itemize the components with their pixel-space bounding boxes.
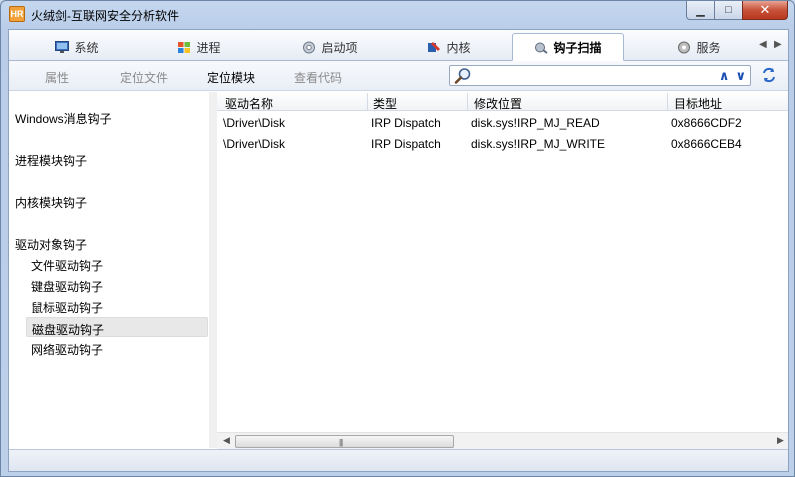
table-header: 驱动名称 类型 修改位置 目标地址	[217, 92, 788, 111]
status-bar	[9, 449, 788, 471]
tab-bar: 系统 进程 启动项 内核 钩子扫描 服务 ◀ ▶	[9, 30, 788, 61]
table-row[interactable]: \Driver\Disk IRP Dispatch disk.sys!IRP_M…	[217, 133, 788, 154]
cell-type: IRP Dispatch	[371, 137, 441, 151]
tab-label: 钩子扫描	[553, 40, 602, 55]
gear-startup-icon	[303, 41, 316, 54]
tree-item-windows-message-hooks[interactable]: Windows消息钩子	[15, 110, 112, 127]
tab-label: 服务	[696, 41, 721, 55]
hook-scan-icon	[535, 42, 549, 54]
main-window: HR 火绒剑-互联网安全分析软件 ▁ □ ✕ 系统 进程 启动项 内核 钩子扫描…	[0, 0, 795, 477]
column-header-driver-name[interactable]: 驱动名称	[225, 95, 273, 112]
column-separator[interactable]	[467, 93, 468, 110]
tree-item-process-module-hooks[interactable]: 进程模块钩子	[15, 152, 87, 169]
close-icon: ✕	[759, 2, 771, 17]
search-input[interactable]	[474, 67, 704, 84]
pane-splitter[interactable]	[209, 92, 217, 448]
column-header-target-address[interactable]: 目标地址	[674, 95, 722, 112]
horizontal-scrollbar[interactable]: ◀ ||| ▶	[217, 432, 788, 449]
search-icon[interactable]	[454, 67, 472, 85]
locate-file-button[interactable]: 定位文件	[120, 69, 168, 86]
column-separator[interactable]	[367, 93, 368, 110]
title-bar[interactable]: HR 火绒剑-互联网安全分析软件 ▁ □ ✕	[1, 1, 794, 29]
minimize-icon: ▁	[696, 4, 705, 17]
grip-icon: |||	[339, 438, 343, 447]
tab-label: 进程	[196, 41, 221, 55]
search-prev-icon[interactable]: ∧	[719, 68, 730, 84]
cell-type: IRP Dispatch	[371, 116, 441, 130]
tab-kernel[interactable]: 内核	[409, 34, 489, 61]
table-row[interactable]: \Driver\Disk IRP Dispatch disk.sys!IRP_M…	[217, 112, 788, 133]
hook-category-tree: Windows消息钩子 进程模块钩子 内核模块钩子 驱动对象钩子 文件驱动钩子 …	[9, 92, 209, 448]
cell-modified-location: disk.sys!IRP_MJ_WRITE	[471, 137, 606, 151]
tree-item-driver-object-hooks[interactable]: 驱动对象钩子	[15, 236, 87, 253]
window-title: 火绒剑-互联网安全分析软件	[31, 9, 179, 23]
search-box: ∧ ∨	[449, 65, 751, 86]
kernel-icon	[428, 42, 441, 52]
column-separator[interactable]	[667, 93, 668, 110]
tree-item-mouse-driver-hooks[interactable]: 鼠标驱动钩子	[31, 299, 103, 316]
tab-scroll-left-icon[interactable]: ◀	[759, 39, 767, 50]
maximize-icon: □	[725, 4, 732, 16]
tab-process[interactable]: 进程	[159, 34, 239, 61]
tab-services[interactable]: 服务	[659, 34, 739, 61]
cell-target-address: 0x8666CDF2	[671, 116, 742, 130]
search-nav: ∧ ∨	[719, 68, 746, 84]
view-code-button[interactable]: 查看代码	[294, 69, 342, 86]
tab-label: 启动项	[321, 41, 358, 55]
tree-item-keyboard-driver-hooks[interactable]: 键盘驱动钩子	[31, 278, 103, 295]
client-area: 系统 进程 启动项 内核 钩子扫描 服务 ◀ ▶ 属性 定位文件 定位模块 查看…	[8, 29, 789, 472]
scrollbar-thumb[interactable]: |||	[235, 435, 454, 448]
tab-hook-scan[interactable]: 钩子扫描	[512, 33, 624, 61]
windows-logo-icon	[178, 42, 191, 53]
service-gear-icon	[678, 41, 691, 54]
cell-target-address: 0x8666CEB4	[671, 137, 742, 151]
cell-driver-name: \Driver\Disk	[223, 137, 285, 151]
window-controls: ▁ □ ✕	[686, 1, 788, 21]
tab-label: 系统	[74, 41, 99, 55]
search-next-icon[interactable]: ∨	[735, 68, 746, 84]
column-header-type[interactable]: 类型	[373, 95, 397, 112]
tree-item-network-driver-hooks[interactable]: 网络驱动钩子	[31, 341, 103, 358]
app-logo-icon: HR	[9, 6, 25, 22]
maximize-button[interactable]: □	[714, 1, 742, 20]
toolbar: 属性 定位文件 定位模块 查看代码 ∧ ∨	[9, 61, 788, 91]
tab-startup[interactable]: 启动项	[285, 34, 375, 61]
minimize-button[interactable]: ▁	[686, 1, 714, 20]
tree-item-disk-driver-hooks[interactable]: 磁盘驱动钩子	[26, 317, 208, 337]
properties-button[interactable]: 属性	[45, 69, 69, 86]
scroll-left-icon[interactable]: ◀	[223, 435, 230, 446]
cell-driver-name: \Driver\Disk	[223, 116, 285, 130]
locate-module-button[interactable]: 定位模块	[207, 69, 255, 86]
scroll-right-icon[interactable]: ▶	[777, 435, 784, 446]
hook-results-table: 驱动名称 类型 修改位置 目标地址 \Driver\Disk IRP Dispa…	[217, 92, 788, 448]
column-header-modified-location[interactable]: 修改位置	[474, 95, 522, 112]
tab-scroll-right-icon[interactable]: ▶	[774, 39, 782, 50]
tab-label: 内核	[446, 41, 471, 55]
system-monitor-icon	[55, 41, 70, 53]
refresh-icon[interactable]	[761, 67, 777, 83]
close-button[interactable]: ✕	[742, 1, 788, 20]
cell-modified-location: disk.sys!IRP_MJ_READ	[471, 116, 600, 130]
tree-item-file-driver-hooks[interactable]: 文件驱动钩子	[31, 257, 103, 274]
tab-system[interactable]: 系统	[37, 34, 117, 61]
tree-item-kernel-module-hooks[interactable]: 内核模块钩子	[15, 194, 87, 211]
